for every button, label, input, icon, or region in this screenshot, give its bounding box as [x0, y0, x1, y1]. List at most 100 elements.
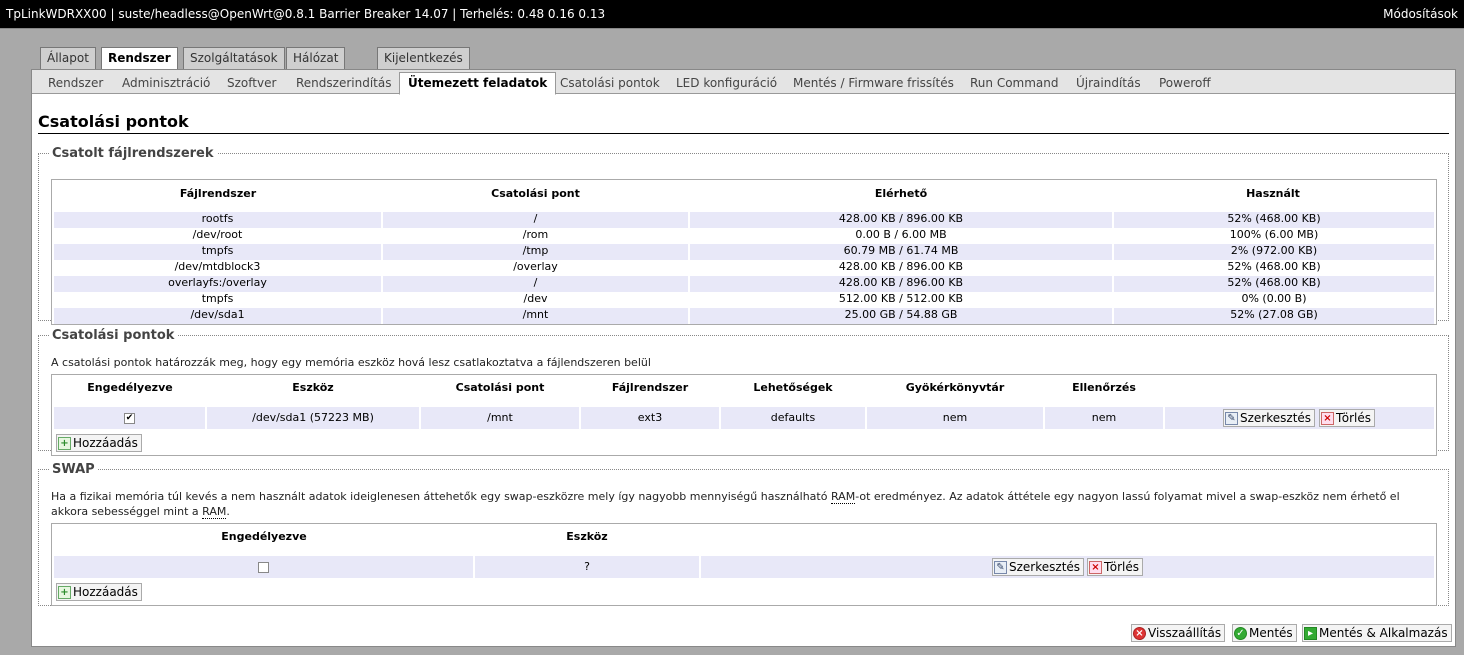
delete-label: Törlés: [1104, 560, 1140, 574]
changes-link[interactable]: Módosítások: [1383, 7, 1458, 21]
cell-available: 428.00 KB / 896.00 KB: [838, 260, 964, 273]
mountpoints-legend: Csatolási pontok: [52, 328, 175, 343]
subtab-scheduled-tasks[interactable]: Ütemezett feladatok: [399, 72, 557, 95]
table-row: /dev/sda1 /mnt 25.00 GB / 54.88 GB 52% (…: [54, 308, 1434, 324]
cell-used: 2% (972.00 KB): [1114, 244, 1434, 260]
apply-icon: ▸: [1304, 626, 1317, 640]
col-mountpoint: Csatolási pont: [455, 381, 545, 394]
subtab-administration[interactable]: Adminisztráció: [114, 73, 218, 94]
table-row: /dev/root /rom 0.00 B / 6.00 MB 100% (6.…: [54, 228, 1434, 244]
ram-abbr: RAM: [202, 505, 227, 519]
page-title: Csatolási pontok: [38, 112, 1449, 134]
mountpoints-description: A csatolási pontok határozzák meg, hogy …: [51, 356, 651, 369]
col-check: Ellenőrzés: [1072, 381, 1136, 394]
table-row: ?: [54, 556, 1434, 578]
cell-available: 25.00 GB / 54.88 GB: [690, 308, 1112, 324]
col-root: Gyökérkönyvtár: [905, 381, 1005, 394]
cell-used: 52% (468.00 KB): [1227, 260, 1321, 273]
mountpoints-section: Csatolási pontok A csatolási pontok hatá…: [38, 328, 1449, 456]
reset-button[interactable]: × Visszaállítás: [1131, 624, 1226, 642]
cell-enabled: [54, 556, 473, 578]
swap-enabled-checkbox[interactable]: [258, 561, 269, 573]
add-icon: +: [58, 585, 71, 599]
cell-filesystem: ext3: [581, 407, 719, 429]
mountpoint-edit-button[interactable]: ✎ Szerkesztés: [1223, 409, 1316, 427]
cell-filesystem: /dev/sda1: [54, 308, 381, 324]
cell-mountpoint: /dev: [523, 292, 548, 305]
subtab-software[interactable]: Szoftver: [219, 73, 284, 94]
swap-delete-button[interactable]: × Törlés: [1087, 558, 1144, 576]
tab-status[interactable]: Állapot: [40, 47, 96, 69]
save-label: Mentés: [1249, 626, 1293, 640]
cell-used: 0% (0.00 B): [1241, 292, 1307, 305]
table-row: overlayfs:/overlay / 428.00 KB / 896.00 …: [54, 276, 1434, 292]
header-title: TpLinkWDRXX00 | suste/headless@OpenWrt@0…: [6, 7, 606, 21]
cell-options: defaults: [721, 407, 865, 429]
cell-used: 100% (6.00 MB): [1229, 228, 1319, 241]
cell-filesystem: tmpfs: [54, 244, 381, 260]
delete-icon: ×: [1321, 411, 1334, 425]
table-row: rootfs / 428.00 KB / 896.00 KB 52% (468.…: [54, 212, 1434, 228]
col-device: Eszköz: [292, 381, 334, 394]
swap-desc-text: .: [226, 505, 230, 518]
subtab-run-command[interactable]: Run Command: [962, 73, 1067, 94]
save-apply-label: Mentés & Alkalmazás: [1319, 626, 1448, 640]
mounted-filesystems-section: Csatolt fájlrendszerek Fájlrendszer Csat…: [38, 146, 1449, 325]
swap-section: SWAP Ha a fizikai memória túl kevés a ne…: [38, 462, 1449, 606]
save-icon: ✓: [1234, 626, 1247, 640]
mountpoint-delete-button[interactable]: × Törlés: [1319, 409, 1376, 427]
delete-icon: ×: [1089, 560, 1102, 574]
mountpoint-add-button[interactable]: + Hozzáadás: [56, 434, 142, 452]
cell-device: ?: [475, 556, 699, 578]
delete-label: Törlés: [1336, 411, 1372, 425]
add-icon: +: [58, 436, 71, 450]
col-available: Elérhető: [874, 187, 928, 200]
cell-used: 52% (468.00 KB): [1114, 276, 1434, 292]
reset-icon: ×: [1133, 626, 1146, 640]
swap-legend: SWAP: [52, 462, 95, 477]
col-device: Eszköz: [566, 530, 608, 543]
subtab-mount-points[interactable]: Csatolási pontok: [552, 73, 668, 94]
tab-network[interactable]: Hálózat: [286, 47, 346, 69]
swap-edit-button[interactable]: ✎ Szerkesztés: [992, 558, 1085, 576]
cell-filesystem: tmpfs: [201, 292, 234, 305]
cell-available: 512.00 KB / 512.00 KB: [838, 292, 964, 305]
swap-add-button[interactable]: + Hozzáadás: [56, 583, 142, 601]
save-button[interactable]: ✓ Mentés: [1232, 624, 1297, 642]
ram-abbr: RAM: [830, 490, 856, 504]
cell-root: nem: [867, 407, 1043, 429]
swap-description-line2: akkora sebességgel mint a RAM.: [51, 505, 230, 519]
edit-label: Szerkesztés: [1240, 411, 1312, 425]
cell-available: 428.00 KB / 896.00 KB: [690, 276, 1112, 292]
save-apply-button[interactable]: ▸ Mentés & Alkalmazás: [1302, 624, 1452, 642]
content-panel: Rendszer Adminisztráció Szoftver Rendsze…: [31, 69, 1456, 647]
subtab-reboot[interactable]: Újraindítás: [1068, 73, 1149, 94]
table-row: tmpfs /dev 512.00 KB / 512.00 KB 0% (0.0…: [54, 292, 1434, 308]
cell-available: 0.00 B / 6.00 MB: [855, 228, 947, 241]
col-filesystem: Fájlrendszer: [611, 381, 689, 394]
reset-label: Visszaállítás: [1148, 626, 1222, 640]
tab-system[interactable]: Rendszer: [101, 47, 178, 70]
subtab-startup[interactable]: Rendszerindítás: [288, 73, 399, 94]
cell-mountpoint: /rom: [522, 228, 549, 241]
tab-services[interactable]: Szolgáltatások: [183, 47, 285, 69]
cell-filesystem: overlayfs:/overlay: [54, 276, 381, 292]
subtab-poweroff[interactable]: Poweroff: [1151, 73, 1219, 94]
edit-icon: ✎: [1225, 411, 1238, 425]
cell-device: /dev/sda1 (57223 MB): [207, 407, 419, 429]
cell-mountpoint: /: [383, 212, 688, 228]
enabled-checkbox[interactable]: ✔: [124, 412, 135, 424]
cell-filesystem: /dev/mtdblock3: [174, 260, 261, 273]
swap-desc-text: -ot eredményez. Az adatok áttétele egy n…: [855, 490, 1400, 503]
col-enabled: Engedélyezve: [87, 381, 173, 394]
subtab-system[interactable]: Rendszer: [40, 73, 111, 94]
col-filesystem: Fájlrendszer: [179, 187, 257, 200]
cell-mountpoint: /mnt: [383, 308, 688, 324]
edit-icon: ✎: [994, 560, 1007, 574]
cell-available: 428.00 KB / 896.00 KB: [690, 212, 1112, 228]
cell-mountpoint: /mnt: [421, 407, 579, 429]
add-label: Hozzáadás: [73, 585, 138, 599]
subtab-backup-firmware[interactable]: Mentés / Firmware frissítés: [785, 73, 962, 94]
tab-logout[interactable]: Kijelentkezés: [377, 47, 470, 69]
subtab-led-config[interactable]: LED konfiguráció: [668, 73, 785, 94]
